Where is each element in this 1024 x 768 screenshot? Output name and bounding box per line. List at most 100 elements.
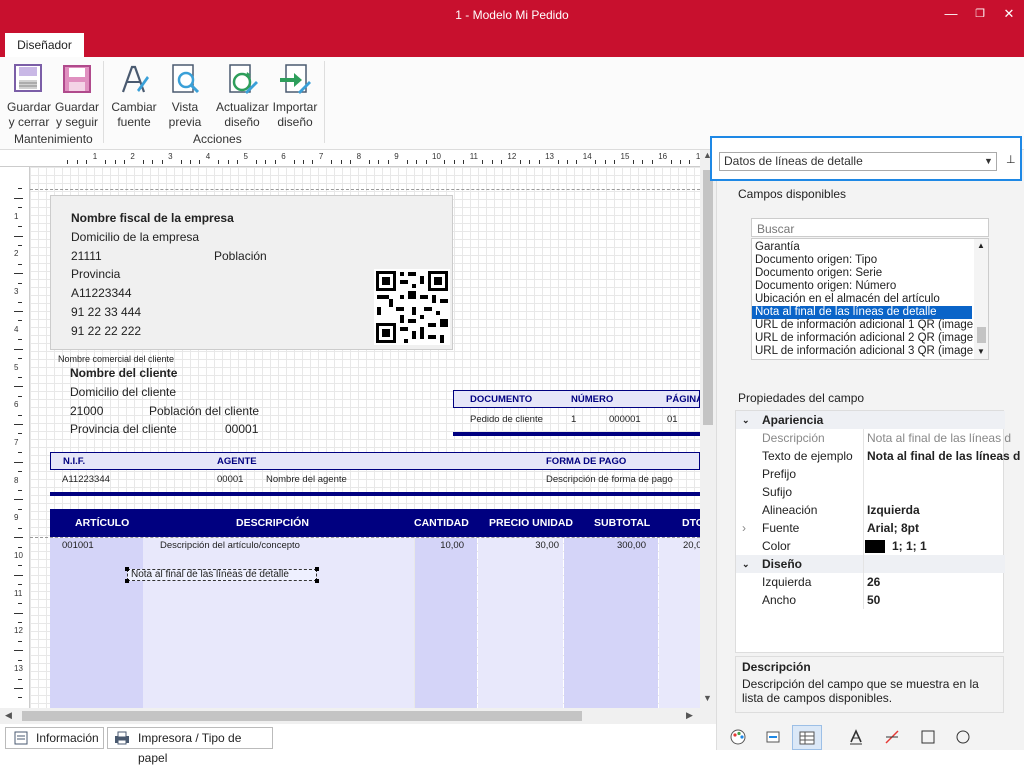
cantidad-value[interactable]: 10,00 — [414, 540, 464, 551]
fields-list[interactable]: Garantía Documento origen: Tipo Document… — [751, 238, 989, 360]
empresa-nif[interactable]: A11223344 — [71, 286, 132, 300]
list-item[interactable]: Documento origen: Serie — [752, 267, 972, 280]
cliente-codigo[interactable]: 00001 — [225, 422, 258, 436]
prop-ancho[interactable]: Ancho 50 — [736, 591, 1005, 609]
text-style-icon[interactable] — [848, 729, 864, 745]
agente-nombre-value[interactable]: Nombre del agente — [266, 474, 347, 485]
resize-handle[interactable] — [315, 567, 319, 571]
palette-icon[interactable] — [730, 729, 746, 745]
empresa-provincia[interactable]: Provincia — [71, 267, 120, 281]
dto-value[interactable]: 20,0 — [683, 540, 700, 551]
list-item[interactable]: Documento origen: Número — [752, 280, 972, 293]
cliente-cp[interactable]: 21000 — [70, 404, 103, 418]
lineas-header[interactable]: ARTÍCULO DESCRIPCIÓN CANTIDAD PRECIO UNI… — [50, 509, 700, 537]
actualizar-diseno-button[interactable]: Actualizar diseño — [216, 62, 269, 130]
vertical-scrollbar[interactable]: ▲ ▼ — [700, 150, 716, 708]
chevron-down-icon[interactable]: ▼ — [977, 347, 985, 356]
text-field-icon[interactable] — [765, 729, 781, 745]
prop-prefijo[interactable]: Prefijo — [736, 465, 1005, 483]
horizontal-scroll-thumb[interactable] — [22, 711, 582, 721]
nota-field[interactable]: Nota al final de las líneas de detalle — [127, 569, 317, 581]
scroll-down-arrow-icon[interactable]: ▼ — [703, 693, 712, 703]
diseno-group[interactable]: ⌄ Diseño — [736, 555, 1005, 573]
empresa-cp[interactable]: 21111 — [71, 249, 102, 263]
documento-header[interactable]: DOCUMENTO NÚMERO PÁGINA — [453, 390, 700, 408]
guardar-seguir-button[interactable]: Guardar y seguir — [53, 62, 101, 130]
dataset-selector[interactable]: Datos de líneas de detalle ▼ ⊥ — [710, 136, 1022, 181]
apariencia-group[interactable]: ⌄ Apariencia — [736, 411, 1005, 429]
resize-handle[interactable] — [125, 579, 129, 583]
list-item[interactable]: URL de información adicional 2 QR (image — [752, 332, 973, 345]
articulo-value[interactable]: 001001 — [62, 540, 94, 551]
resize-handle[interactable] — [315, 579, 319, 583]
vista-previa-button[interactable]: Vista previa — [161, 62, 209, 130]
properties-grid[interactable]: ⌄ Apariencia Descripción Nota al final d… — [735, 410, 1020, 653]
list-item[interactable]: Ubicación en el almacén del artículo — [752, 293, 972, 306]
numero-value[interactable]: 000001 — [609, 414, 641, 425]
tab-disenador[interactable]: Diseñador — [5, 33, 84, 57]
precio-value[interactable]: 30,00 — [480, 540, 559, 551]
minimize-button[interactable]: — — [942, 5, 960, 23]
list-item-selected[interactable]: Nota al final de las líneas de detalle — [752, 306, 972, 319]
empresa-nombre[interactable]: Nombre fiscal de la empresa — [71, 211, 234, 225]
chevron-down-icon[interactable]: ⌄ — [742, 555, 750, 573]
forma-pago-value[interactable]: Descripción de forma de pago — [546, 474, 673, 485]
vertical-scroll-thumb[interactable] — [703, 170, 713, 425]
pin-icon[interactable]: ⊥ — [1006, 153, 1016, 166]
list-item[interactable]: Garantía — [752, 241, 972, 254]
cliente-poblacion[interactable]: Población del cliente — [149, 404, 259, 418]
chevron-down-icon[interactable]: ⌄ — [742, 411, 750, 429]
cliente-provincia[interactable]: Provincia del cliente — [70, 422, 177, 436]
empresa-poblacion[interactable]: Población — [214, 249, 267, 263]
cliente-comercial[interactable]: Nombre comercial del cliente — [58, 354, 174, 364]
impresora-tab[interactable]: Impresora / Tipo de papel — [107, 727, 273, 765]
ellipse-tool-icon[interactable] — [955, 729, 971, 745]
prop-izquierda[interactable]: Izquierda 26 — [736, 573, 1005, 591]
agente-codigo-value[interactable]: 00001 — [217, 474, 243, 485]
guardar-cerrar-button[interactable]: Guardar y cerrar — [5, 62, 53, 130]
pagina-value[interactable]: 01 — [667, 414, 678, 425]
informacion-tab[interactable]: Información — [5, 727, 104, 749]
nif-value[interactable]: A11223344 — [62, 474, 110, 485]
color-swatch[interactable] — [865, 540, 885, 553]
resize-handle[interactable] — [125, 567, 129, 571]
dataset-dropdown[interactable]: Datos de líneas de detalle ▼ — [719, 152, 997, 171]
cliente-domicilio[interactable]: Domicilio del cliente — [70, 385, 176, 399]
rectangle-tool-icon[interactable] — [920, 729, 936, 745]
prop-alineacion[interactable]: Alineación Izquierda — [736, 501, 1005, 519]
documento-value[interactable]: Pedido de cliente — [470, 414, 543, 425]
list-item[interactable]: Documento origen: Tipo — [752, 254, 972, 267]
serie-value[interactable]: 1 — [571, 414, 576, 425]
search-input[interactable]: Buscar — [751, 218, 989, 237]
descripcion-value[interactable]: Descripción del artículo/concepto — [160, 540, 300, 551]
data-fields-tab[interactable] — [792, 725, 822, 750]
subtotal-value[interactable]: 300,00 — [570, 540, 646, 551]
prop-fuente[interactable]: › Fuente Arial; 8pt — [736, 519, 1005, 537]
chevron-up-icon[interactable]: ▲ — [977, 241, 985, 250]
empresa-domicilio[interactable]: Domicilio de la empresa — [71, 230, 199, 244]
list-item[interactable]: URL de información adicional 1 QR (image — [752, 319, 973, 332]
chevron-down-icon[interactable]: ▼ — [984, 153, 993, 170]
prop-sufijo[interactable]: Sufijo — [736, 483, 1005, 501]
restore-button[interactable]: ❐ — [971, 5, 989, 23]
list-scroll-thumb[interactable] — [977, 327, 986, 343]
scroll-right-arrow-icon[interactable]: ▶ — [686, 710, 693, 721]
scroll-left-arrow-icon[interactable]: ◀ — [5, 710, 12, 721]
chevron-right-icon[interactable]: › — [742, 519, 746, 537]
line-tool-icon[interactable] — [884, 729, 900, 745]
design-canvas[interactable]: Nombre fiscal de la empresa Domicilio de… — [30, 167, 700, 708]
horizontal-scrollbar[interactable]: ◀ ▶ — [0, 708, 716, 724]
empresa-tel1[interactable]: 91 22 33 444 — [71, 305, 141, 319]
prop-texto-ejemplo[interactable]: Texto de ejemplo Nota al final de las lí… — [736, 447, 1020, 465]
cliente-nombre[interactable]: Nombre del cliente — [70, 366, 177, 380]
empresa-tel2[interactable]: 91 22 22 222 — [71, 324, 141, 338]
qr-code-image[interactable] — [374, 269, 450, 345]
prop-descripcion[interactable]: Descripción Nota al final de las líneas … — [736, 429, 1011, 447]
prop-color[interactable]: Color 1; 1; 1 — [736, 537, 1005, 555]
list-item[interactable]: URL de información adicional 3 QR (image — [752, 345, 973, 358]
close-button[interactable]: ✕ — [1000, 5, 1018, 23]
nif-header[interactable]: N.I.F. AGENTE FORMA DE PAGO — [50, 452, 700, 470]
empresa-box[interactable]: Nombre fiscal de la empresa Domicilio de… — [50, 195, 453, 350]
cambiar-fuente-button[interactable]: Cambiar fuente — [110, 62, 158, 130]
importar-diseno-button[interactable]: Importar diseño — [271, 62, 319, 130]
